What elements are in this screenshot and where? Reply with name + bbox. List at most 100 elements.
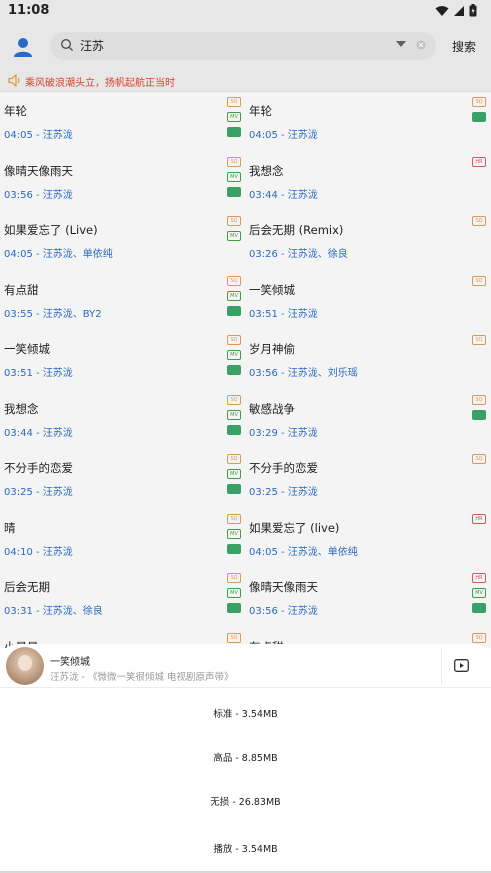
song-duration: 03:31 [4, 606, 33, 617]
sq-badge: SQ [472, 394, 486, 405]
song-duration: 04:05 [4, 249, 33, 260]
song-title: 我想念 [249, 163, 284, 178]
divider [441, 648, 442, 684]
sq-badge: SQ [227, 275, 241, 286]
song-artist: 汪苏泷 [42, 130, 73, 141]
song-duration: 04:10 [4, 546, 33, 558]
gt-badge: GT [227, 186, 241, 197]
song-item[interactable]: 有点甜 03:55 - 汪苏泷、BY2 SQ MV GT [0, 271, 245, 331]
sq-badge: SQ [227, 335, 241, 345]
song-item[interactable]: 像晴天像雨天 03:56 - 汪苏泷 SQ MV GT [0, 152, 245, 212]
separator: - [32, 606, 43, 617]
option-lossless[interactable]: 无损 - 26.83MB [0, 794, 491, 808]
separator: - [277, 249, 288, 260]
badge-group: SQ MV GT [227, 97, 241, 142]
battery-icon [469, 4, 477, 17]
song-meta: 03:26 - 汪苏泷、徐良 [249, 245, 348, 260]
gt-badge: GT [472, 112, 486, 122]
sq-badge: SQ [472, 97, 486, 107]
song-item[interactable]: 如果爱忘了 (live) 04:05 - 汪苏泷、单依纯 HR [245, 509, 490, 569]
song-meta: 03:29 - 汪苏泷 [249, 424, 318, 439]
gt-badge: GT [472, 603, 486, 613]
search-input[interactable] [80, 38, 380, 52]
option-play[interactable]: 播放 - 3.54MB [0, 841, 491, 855]
mv-badge: MV [227, 528, 241, 539]
gt-badge: GT [227, 424, 241, 435]
song-item[interactable]: 年轮 04:05 - 汪苏泷 SQ GT [245, 92, 490, 152]
badge-group: SQ MV GT [227, 335, 241, 380]
song-artist: 汪苏泷 [42, 189, 73, 201]
sq-badge: SQ [227, 394, 241, 405]
song-title: 后会无期 [4, 580, 50, 594]
song-title: 像晴天像雨天 [4, 163, 73, 178]
system-icons [435, 4, 477, 17]
mv-badge: MV [227, 290, 241, 301]
song-title: 有点甜 [4, 282, 39, 297]
sq-badge: SQ [227, 573, 241, 583]
option-standard[interactable]: 标准 - 3.54MB [0, 706, 491, 720]
song-item[interactable]: 后会无期 (Remix) 03:26 - 汪苏泷、徐良 SQ [245, 211, 490, 271]
song-meta: 03:25 - 汪苏泷 [4, 483, 73, 498]
song-item[interactable]: 不分手的恋爱 03:25 - 汪苏泷 SQ MV GT [0, 449, 245, 509]
song-meta: 03:51 - 汪苏泷 [4, 364, 73, 379]
song-duration: 04:05 [4, 130, 33, 141]
song-meta: 03:44 - 汪苏泷 [249, 186, 318, 201]
song-item[interactable]: 岁月神偷 03:56 - 汪苏泷、刘乐瑶 SQ [245, 330, 490, 390]
song-duration: 03:25 [4, 487, 33, 498]
separator: - [277, 189, 288, 201]
song-artist: 汪苏泷 [42, 368, 73, 379]
song-item[interactable]: 如果爱忘了 (Live) 04:05 - 汪苏泷、单依纯 SQ MV [0, 211, 245, 271]
song-item[interactable]: 晴 04:10 - 汪苏泷 SQ MV GT [0, 509, 245, 569]
search-button[interactable]: 搜索 [452, 38, 476, 55]
clear-icon[interactable] [416, 40, 426, 50]
sq-badge: SQ [472, 454, 486, 464]
song-item[interactable]: 我想念 03:44 - 汪苏泷 SQ MV GT [0, 390, 245, 450]
song-item[interactable]: 一笑倾城 03:51 - 汪苏泷 SQ [245, 271, 490, 331]
song-duration: 03:44 [249, 189, 278, 201]
mv-play-icon[interactable] [454, 659, 469, 672]
notice-text: 乘风破浪潮头立，扬帆起航正当时 [25, 78, 175, 89]
separator: - [277, 546, 288, 558]
song-item[interactable]: 我想念 03:44 - 汪苏泷 HR [245, 152, 490, 212]
song-title: 不分手的恋爱 [249, 461, 318, 475]
mv-badge: MV [472, 588, 486, 598]
mv-badge: MV [227, 231, 241, 241]
song-item[interactable]: 像晴天像雨天 03:56 - 汪苏泷 HR MV GT [245, 568, 490, 628]
separator: - [32, 546, 43, 558]
song-artist: 汪苏泷 [287, 427, 318, 439]
song-artist: 汪苏泷、单依纯 [287, 546, 358, 558]
song-duration: 03:56 [249, 368, 278, 379]
song-artist: 汪苏泷、BY2 [42, 308, 102, 320]
status-time: 11:08 [8, 3, 50, 18]
gt-badge: GT [227, 603, 241, 613]
mv-badge: MV [227, 409, 241, 420]
separator: - [32, 189, 43, 201]
separator: - [277, 130, 288, 141]
song-title: 像晴天像雨天 [249, 580, 318, 594]
mv-badge: MV [227, 469, 241, 479]
song-title: 如果爱忘了 (live) [249, 520, 340, 535]
gt-badge: GT [227, 484, 241, 494]
badge-group: SQ MV GT [227, 394, 241, 440]
separator: - [277, 368, 288, 379]
song-item[interactable]: 年轮 04:05 - 汪苏泷 SQ MV GT [0, 92, 245, 152]
song-meta: 04:10 - 汪苏泷 [4, 543, 73, 558]
song-artist: 汪苏泷、徐良 [287, 249, 348, 260]
dropdown-arrow-icon[interactable] [396, 41, 406, 48]
song-item[interactable]: 后会无期 03:31 - 汪苏泷、徐良 SQ MV GT [0, 568, 245, 628]
gt-badge: GT [227, 305, 241, 316]
sq-badge: SQ [227, 454, 241, 464]
song-meta: 04:05 - 汪苏泷、单依纯 [4, 245, 113, 260]
song-item[interactable]: 敏感战争 03:29 - 汪苏泷 SQ GT [245, 390, 490, 450]
song-meta: 03:51 - 汪苏泷 [249, 305, 318, 320]
option-high[interactable]: 高品 - 8.85MB [0, 750, 491, 764]
song-item[interactable]: 不分手的恋爱 03:25 - 汪苏泷 SQ [245, 449, 490, 509]
song-item[interactable]: 一笑倾城 03:51 - 汪苏泷 SQ MV GT [0, 330, 245, 390]
sheet-song-subtitle: 汪苏泷 - 《微微一笑很倾城 电视剧原声带》 [50, 672, 234, 683]
user-icon[interactable] [12, 36, 34, 58]
hr-badge: HR [472, 573, 486, 583]
search-box[interactable] [50, 32, 436, 60]
song-title: 一笑倾城 [249, 282, 295, 297]
badge-group: SQ MV GT [227, 573, 241, 618]
separator: - [32, 487, 43, 498]
